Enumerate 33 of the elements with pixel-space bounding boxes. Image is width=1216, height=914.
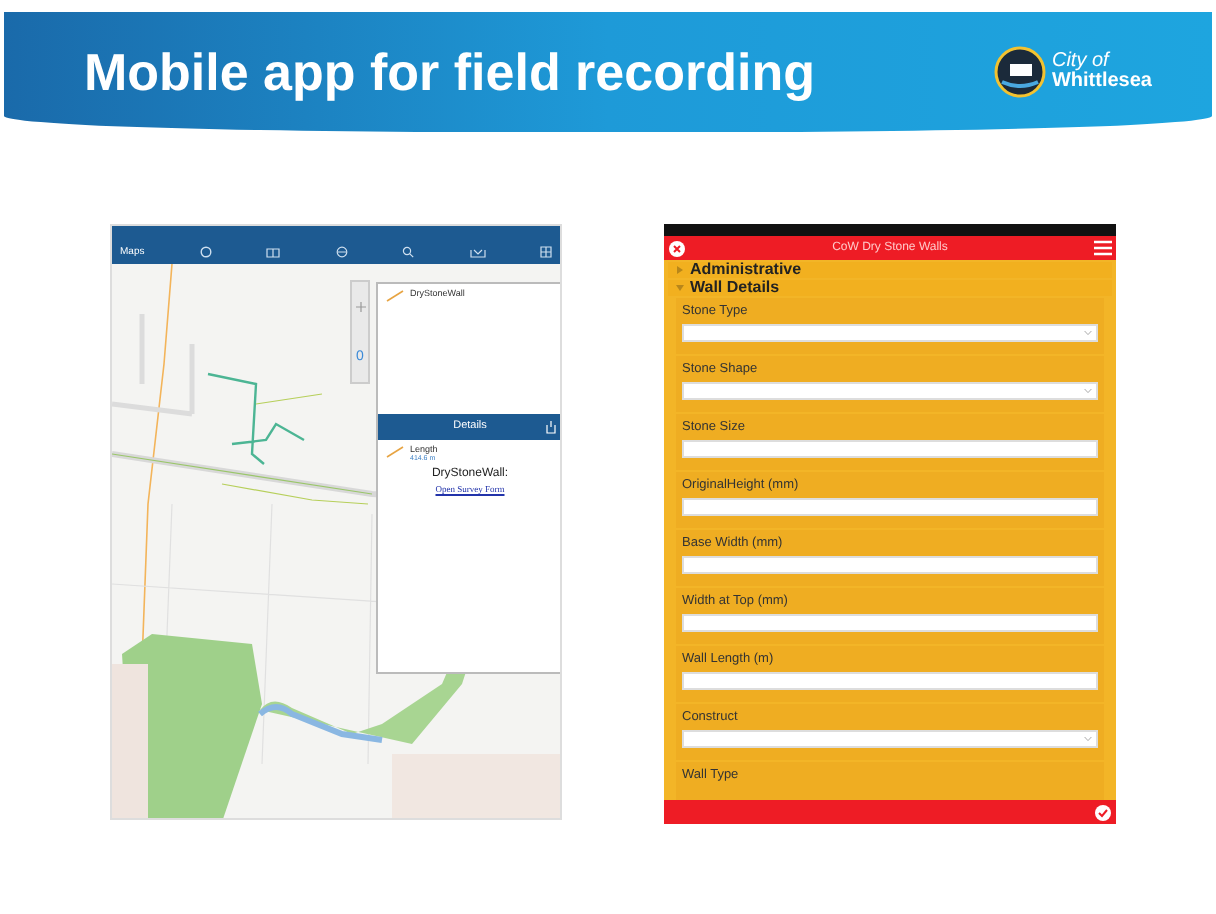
slide-title: Mobile app for field recording bbox=[84, 46, 815, 98]
section-header[interactable]: Administrative bbox=[668, 262, 1112, 278]
line-icon bbox=[386, 446, 404, 458]
close-icon[interactable] bbox=[668, 239, 686, 257]
section-label: Administrative bbox=[690, 262, 802, 278]
dropdown-field[interactable] bbox=[682, 323, 1098, 341]
logo-text: Whittlesea bbox=[1051, 72, 1152, 92]
book-icon[interactable] bbox=[266, 247, 281, 257]
caret-icon bbox=[676, 284, 684, 292]
chevron-icon bbox=[1084, 329, 1092, 335]
council-logo-icon bbox=[993, 46, 1046, 98]
input-field[interactable] bbox=[682, 671, 1098, 689]
logo-text: City of bbox=[1051, 52, 1110, 72]
dropdown-field[interactable] bbox=[682, 729, 1098, 747]
grid-icon[interactable] bbox=[539, 246, 552, 258]
caret-icon bbox=[676, 266, 684, 274]
menu-icon[interactable] bbox=[1093, 240, 1112, 256]
dropdown-field[interactable] bbox=[682, 381, 1098, 399]
section-header[interactable]: Wall Details bbox=[668, 280, 1112, 296]
input-field[interactable] bbox=[682, 555, 1098, 573]
line-icon bbox=[386, 290, 404, 302]
input-field[interactable] bbox=[682, 613, 1098, 631]
section-label: Wall Details bbox=[690, 280, 780, 296]
input-field[interactable] bbox=[682, 439, 1098, 457]
tray-icon[interactable] bbox=[469, 247, 485, 257]
chevron-icon bbox=[1084, 735, 1092, 741]
check-icon[interactable] bbox=[1094, 803, 1112, 821]
chevron-icon bbox=[1084, 387, 1092, 393]
zoom-in-icon[interactable] bbox=[355, 301, 365, 311]
circle-icon[interactable] bbox=[199, 246, 212, 258]
input-field[interactable] bbox=[682, 497, 1098, 515]
share-icon[interactable] bbox=[546, 420, 556, 434]
search-icon[interactable] bbox=[402, 246, 415, 258]
